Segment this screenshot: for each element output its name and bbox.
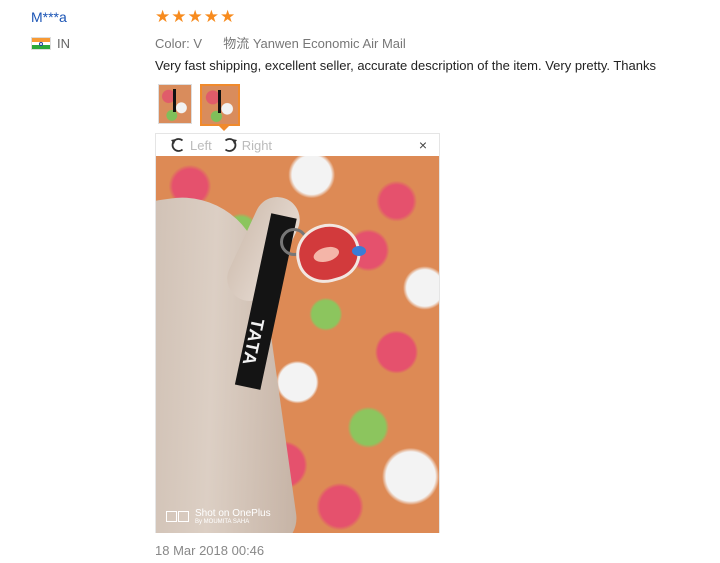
review-text: Very fast shipping, excellent seller, ac… [155, 58, 656, 73]
watermark-main: Shot on OnePlus [195, 508, 271, 519]
star-icon: ★ [187, 7, 203, 26]
star-icon: ★ [220, 7, 236, 26]
rotate-right-button[interactable]: Right [220, 135, 272, 155]
oneplus-logo-icon [166, 511, 189, 522]
star-icon: ★ [171, 7, 187, 26]
rotate-left-label: Left [190, 137, 212, 153]
color-value: V [193, 36, 202, 51]
rotate-left-button[interactable]: Left [168, 135, 212, 155]
rotate-right-label: Right [241, 137, 273, 153]
reviewer-name[interactable]: M***a [31, 9, 67, 25]
watermark-sub: By MOUMITA SAHA [195, 519, 250, 525]
color-label: Color: [155, 36, 190, 51]
photo-watermark: Shot on OnePlus By MOUMITA SAHA [166, 508, 271, 525]
order-info: Color: V 物流 Yanwen Economic Air Mail [155, 33, 406, 52]
viewer-toolbar: Left Right × [156, 134, 439, 156]
close-icon[interactable]: × [419, 137, 427, 153]
star-icon: ★ [155, 7, 171, 26]
review-photo: TATA Shot on OnePlus By MOUMITA SAHA [156, 156, 439, 533]
star-icon: ★ [203, 7, 219, 26]
country-code: IN [57, 36, 70, 51]
shipping-method: 物流 Yanwen Economic Air Mail [223, 36, 406, 51]
reviewer-country: IN [31, 36, 70, 51]
rotate-right-icon [224, 138, 237, 152]
star-rating: ★ ★ ★ ★ ★ [155, 8, 235, 26]
thumbnail-2[interactable] [200, 84, 240, 126]
thumbnail-1[interactable] [158, 84, 192, 124]
review-thumbnails [158, 84, 240, 126]
india-flag-icon [31, 37, 51, 50]
selected-thumbnail-caret [218, 125, 230, 131]
rotate-left-icon [171, 138, 184, 152]
review-date: 18 Mar 2018 00:46 [155, 543, 265, 558]
image-viewer: Left Right × TATA Shot on OnePlus By MOU… [155, 133, 440, 533]
